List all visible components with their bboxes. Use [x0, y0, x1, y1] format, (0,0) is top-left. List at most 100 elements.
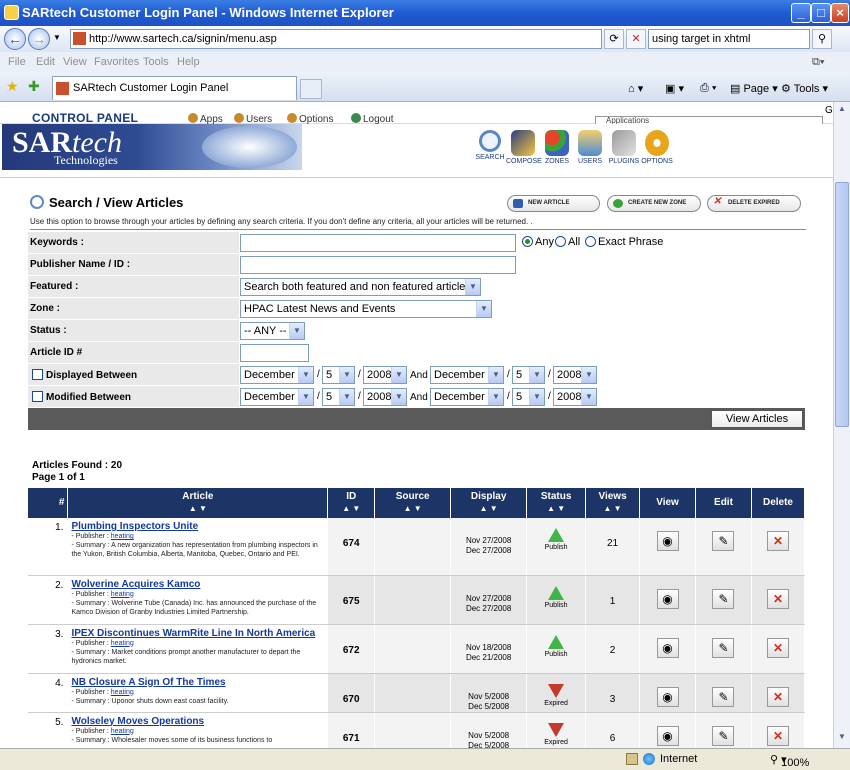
- modified-from-day[interactable]: 5 ▼: [322, 388, 355, 406]
- match-any-radio[interactable]: Any: [522, 236, 554, 248]
- publisher-input[interactable]: [240, 256, 516, 274]
- modified-to-day[interactable]: 5 ▼: [512, 388, 545, 406]
- publisher-link[interactable]: heating: [111, 728, 134, 735]
- displayed-between-checkbox[interactable]: [32, 369, 43, 380]
- modified-from-year[interactable]: 2008 ▼: [363, 388, 407, 406]
- vertical-scrollbar[interactable]: ▲ ▼: [833, 102, 850, 748]
- menu-file[interactable]: File: [8, 56, 26, 68]
- forward-button[interactable]: →: [28, 28, 50, 50]
- favorites-star-icon[interactable]: ★: [6, 78, 19, 95]
- tools-menu[interactable]: ⚙ Tools ▾: [781, 82, 828, 95]
- menu-help[interactable]: Help: [177, 56, 200, 68]
- sort-arrows-icon[interactable]: ▲ ▼: [586, 504, 639, 513]
- tool-compose[interactable]: COMPOSE: [506, 130, 542, 165]
- delete-x-icon[interactable]: ✕: [766, 637, 789, 658]
- displayed-from-year[interactable]: 2008 ▼: [363, 366, 407, 384]
- col-header-display[interactable]: Display ▲ ▼: [450, 488, 528, 518]
- publisher-link[interactable]: heating: [111, 591, 134, 598]
- modified-between-checkbox[interactable]: [32, 391, 43, 402]
- match-all-radio[interactable]: All: [555, 236, 580, 248]
- home-icon[interactable]: ⌂ ▾: [628, 82, 643, 95]
- view-eye-icon[interactable]: ◉: [656, 686, 679, 707]
- view-eye-icon[interactable]: ◉: [656, 531, 679, 551]
- modified-to-year[interactable]: 2008 ▼: [553, 388, 597, 406]
- print-icon[interactable]: ⎙ ▾: [700, 82, 716, 95]
- new-article-button[interactable]: NEW ARTICLE: [507, 195, 600, 212]
- edit-pencil-icon[interactable]: ✎: [712, 637, 735, 658]
- tool-users[interactable]: USERS: [573, 130, 607, 165]
- toolbar-overflow-icon[interactable]: ⧉▾: [812, 56, 824, 69]
- sort-arrows-icon[interactable]: ▲ ▼: [527, 504, 585, 513]
- zone-select[interactable]: HPAC Latest News and Events ▼: [240, 300, 492, 318]
- refresh-icon[interactable]: ⟳: [604, 29, 624, 49]
- edit-pencil-icon[interactable]: ✎: [712, 686, 735, 707]
- view-eye-icon[interactable]: ◉: [656, 725, 679, 746]
- sort-arrows-icon[interactable]: ▲ ▼: [328, 504, 374, 513]
- delete-x-icon[interactable]: ✕: [766, 588, 789, 609]
- menu-edit[interactable]: Edit: [36, 56, 55, 68]
- menu-favorites[interactable]: Favorites: [94, 56, 139, 68]
- displayed-from-month[interactable]: December ▼: [240, 366, 314, 384]
- match-exact-radio[interactable]: Exact Phrase: [585, 236, 663, 248]
- recent-pages-dropdown-icon[interactable]: ▼: [53, 33, 61, 42]
- zoom-level[interactable]: ⚲ 100% ▾: [770, 753, 809, 769]
- article-title-link[interactable]: Wolseley Moves Operations: [71, 716, 324, 727]
- tool-options[interactable]: OPTIONS: [640, 130, 674, 165]
- close-button[interactable]: ×: [831, 3, 849, 23]
- view-eye-icon[interactable]: ◉: [656, 588, 679, 609]
- keywords-input[interactable]: [240, 234, 516, 252]
- delete-x-icon[interactable]: ✕: [766, 686, 789, 707]
- sort-arrows-icon[interactable]: ▲ ▼: [451, 504, 526, 513]
- view-articles-button[interactable]: View Articles: [711, 410, 803, 428]
- article-title-link[interactable]: Plumbing Inspectors Unite: [71, 521, 324, 532]
- tool-search[interactable]: SEARCH: [473, 130, 507, 161]
- delete-expired-button[interactable]: ✕ DELETE EXPIRED: [707, 195, 801, 212]
- col-header-views[interactable]: Views ▲ ▼: [585, 488, 641, 518]
- delete-x-icon[interactable]: ✕: [766, 531, 789, 551]
- go-label[interactable]: Go: [825, 105, 833, 116]
- article-title-link[interactable]: IPEX Discontinues WarmRite Line In North…: [71, 628, 324, 639]
- article-id-input[interactable]: [240, 344, 309, 362]
- col-header-source[interactable]: Source ▲ ▼: [374, 488, 452, 518]
- stop-icon[interactable]: ✕: [626, 29, 646, 49]
- back-button[interactable]: ←: [4, 28, 26, 50]
- edit-pencil-icon[interactable]: ✎: [712, 725, 735, 746]
- displayed-between-label[interactable]: Displayed Between: [32, 369, 137, 381]
- featured-select[interactable]: Search both featured and non featured ar…: [240, 278, 481, 296]
- feeds-icon[interactable]: ▣ ▾: [665, 82, 684, 95]
- displayed-to-day[interactable]: 5 ▼: [512, 366, 545, 384]
- edit-pencil-icon[interactable]: ✎: [712, 531, 735, 551]
- modified-between-label[interactable]: Modified Between: [32, 391, 131, 403]
- menu-view[interactable]: View: [63, 56, 87, 68]
- maximize-button[interactable]: □: [811, 3, 831, 23]
- address-bar[interactable]: http://www.sartech.ca/signin/menu.asp: [70, 29, 602, 49]
- publisher-link[interactable]: heating: [111, 689, 134, 696]
- menu-tools[interactable]: Tools: [143, 56, 169, 68]
- displayed-to-year[interactable]: 2008 ▼: [553, 366, 597, 384]
- displayed-to-month[interactable]: December ▼: [430, 366, 504, 384]
- sort-arrows-icon[interactable]: ▲ ▼: [68, 504, 327, 513]
- add-favorite-icon[interactable]: ✚: [28, 78, 40, 95]
- tool-zones[interactable]: ZONES: [540, 130, 574, 165]
- scrollbar-thumb[interactable]: [835, 182, 849, 427]
- article-title-link[interactable]: NB Closure A Sign Of The Times: [71, 677, 324, 688]
- page-menu[interactable]: ▤ Page ▾: [730, 82, 778, 95]
- delete-x-icon[interactable]: ✕: [766, 725, 789, 746]
- col-header-article[interactable]: Article ▲ ▼: [67, 488, 329, 518]
- scroll-up-icon[interactable]: ▲: [836, 104, 848, 116]
- publisher-link[interactable]: heating: [111, 640, 134, 647]
- minimize-button[interactable]: _: [791, 3, 811, 23]
- modified-from-month[interactable]: December ▼: [240, 388, 314, 406]
- modified-to-month[interactable]: December ▼: [430, 388, 504, 406]
- tool-plugins[interactable]: PLUGINS: [607, 130, 641, 165]
- scroll-down-icon[interactable]: ▼: [836, 732, 848, 744]
- create-new-zone-button[interactable]: CREATE NEW ZONE: [607, 195, 701, 212]
- view-eye-icon[interactable]: ◉: [656, 637, 679, 658]
- displayed-from-day[interactable]: 5 ▼: [322, 366, 355, 384]
- edit-pencil-icon[interactable]: ✎: [712, 588, 735, 609]
- col-header-id[interactable]: ID ▲ ▼: [327, 488, 376, 518]
- search-icon[interactable]: ⚲: [812, 29, 832, 49]
- tab-active[interactable]: SARtech Customer Login Panel: [52, 76, 297, 100]
- article-title-link[interactable]: Wolverine Acquires Kamco: [71, 579, 324, 590]
- search-input[interactable]: using target in xhtml: [648, 29, 810, 49]
